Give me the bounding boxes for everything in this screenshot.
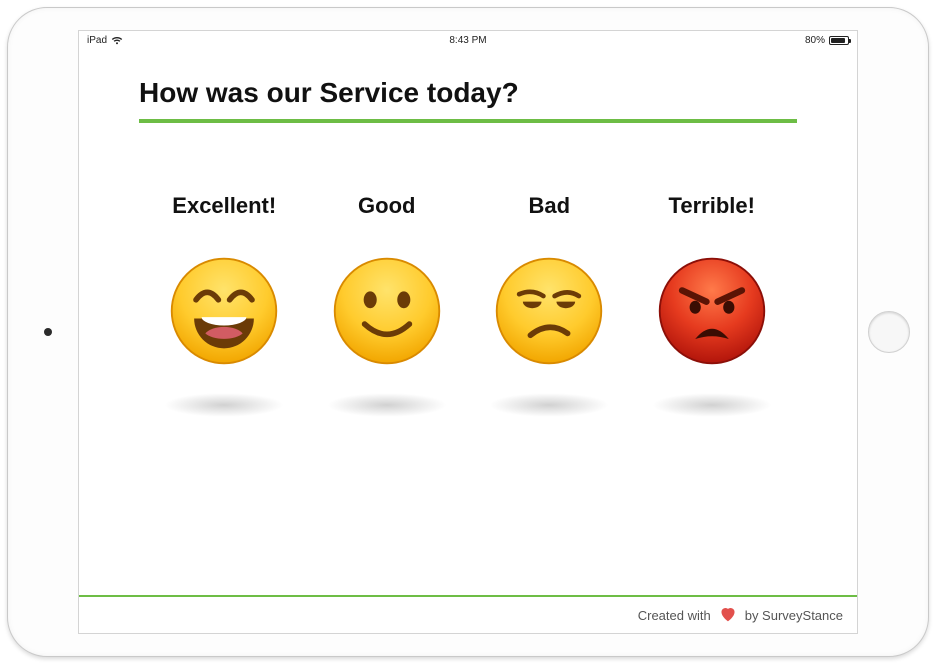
battery-percent: 80% bbox=[805, 35, 825, 46]
home-button[interactable] bbox=[868, 311, 910, 353]
wifi-icon bbox=[111, 36, 123, 45]
excellent-icon bbox=[168, 255, 280, 367]
screen: iPad 8:43 PM 80% How was our Service tod… bbox=[78, 30, 858, 634]
terrible-icon bbox=[656, 255, 768, 367]
good-icon bbox=[331, 255, 443, 367]
ipad-frame: iPad 8:43 PM 80% How was our Service tod… bbox=[7, 7, 929, 657]
emoji-shadow bbox=[164, 393, 284, 417]
battery-icon bbox=[829, 36, 849, 45]
status-bar: iPad 8:43 PM 80% bbox=[79, 31, 857, 49]
footer-suffix: by SurveyStance bbox=[745, 608, 843, 623]
camera-dot bbox=[44, 328, 52, 336]
option-label: Good bbox=[358, 193, 415, 219]
option-terrible[interactable]: Terrible! bbox=[631, 193, 794, 417]
option-label: Bad bbox=[528, 193, 570, 219]
bad-icon bbox=[493, 255, 605, 367]
survey-content: How was our Service today? Excellent! bbox=[79, 49, 857, 633]
options-row: Excellent! bbox=[139, 193, 797, 417]
option-excellent[interactable]: Excellent! bbox=[143, 193, 306, 417]
device-label: iPad bbox=[87, 35, 107, 46]
option-label: Excellent! bbox=[172, 193, 276, 219]
survey-question: How was our Service today? bbox=[139, 77, 797, 119]
footer-prefix: Created with bbox=[638, 608, 711, 623]
option-label: Terrible! bbox=[669, 193, 755, 219]
footer: Created with by SurveyStance bbox=[638, 606, 843, 625]
option-good[interactable]: Good bbox=[306, 193, 469, 417]
footer-rule bbox=[79, 595, 857, 597]
option-bad[interactable]: Bad bbox=[468, 193, 631, 417]
heart-icon bbox=[719, 606, 737, 625]
emoji-shadow bbox=[489, 393, 609, 417]
emoji-shadow bbox=[327, 393, 447, 417]
emoji-shadow bbox=[652, 393, 772, 417]
question-underline bbox=[139, 119, 797, 123]
clock: 8:43 PM bbox=[449, 35, 486, 46]
